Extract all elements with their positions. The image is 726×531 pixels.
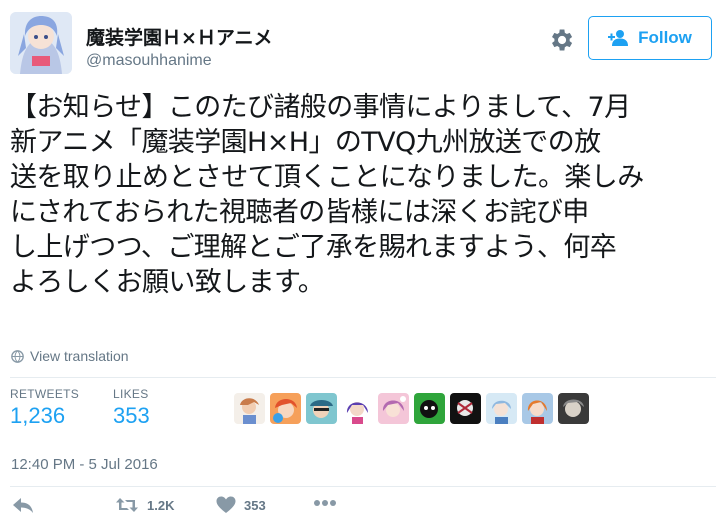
liker-avatar[interactable] [558,393,589,424]
follow-button[interactable]: Follow [588,16,712,60]
reply-icon [13,498,33,513]
tweet-line: 【お知らせ】このたび諸般の事情によりまして、7月 [10,92,631,123]
likes-label: LIKES [113,387,149,401]
avatar[interactable] [10,12,72,74]
translation-label: View translation [30,348,129,364]
liker-avatar[interactable] [414,393,445,424]
retweets-label: RETWEETS [10,387,80,401]
liker-avatar[interactable] [522,393,553,424]
like-button[interactable]: 353 [216,496,266,514]
retweet-count: 1.2K [147,497,175,513]
more-icon [314,500,336,506]
liker-avatar[interactable] [306,393,337,424]
like-count: 353 [244,497,266,513]
liker-avatar[interactable] [234,393,265,424]
retweet-button[interactable]: 1.2K [115,496,174,514]
user-handle[interactable]: @masouhhanime [86,52,212,70]
add-user-icon [608,30,629,46]
follow-label: Follow [638,28,692,47]
tweet-line: し上げつつ、ご理解とご了承を賜れますよう、何卒 [10,232,617,263]
liker-avatar[interactable] [342,393,373,424]
divider [10,486,716,487]
view-translation-link[interactable]: View translation [11,348,129,364]
retweets-count: 1,236 [10,403,66,428]
likes-count: 353 [113,403,150,428]
gear-icon[interactable] [547,26,575,54]
liker-avatar[interactable] [378,393,409,424]
likes-stat[interactable]: LIKES 353 [113,387,150,429]
tweet-text: 【お知らせ】このたび諸般の事情によりまして、7月 新アニメ「魔装学園H×H」のT… [10,90,716,300]
liker-avatar[interactable] [450,393,481,424]
tweet-timestamp[interactable]: 12:40 PM - 5 Jul 2016 [11,456,158,473]
more-button[interactable] [313,499,337,507]
liker-avatars [234,393,589,424]
tweet-line: 送を取り止めとさせて頂くことになりました。楽しみ [10,162,644,193]
tweet-line: よろしくお願い致します。 [10,267,325,298]
display-name[interactable]: 魔装学園Ｈ×Ｈアニメ [86,23,273,50]
tweet-line: にされておられた視聴者の皆様には深くお詫び申 [10,197,589,228]
liker-avatar[interactable] [270,393,301,424]
reply-button[interactable] [12,496,34,514]
retweet-icon [116,498,138,512]
divider [10,377,716,378]
liker-avatar[interactable] [486,393,517,424]
tweet-line: 新アニメ「魔装学園H×H」のTVQ九州放送での放 [10,127,601,158]
retweets-stat[interactable]: RETWEETS 1,236 [10,387,79,429]
globe-icon [11,349,24,363]
heart-icon [216,496,236,513]
